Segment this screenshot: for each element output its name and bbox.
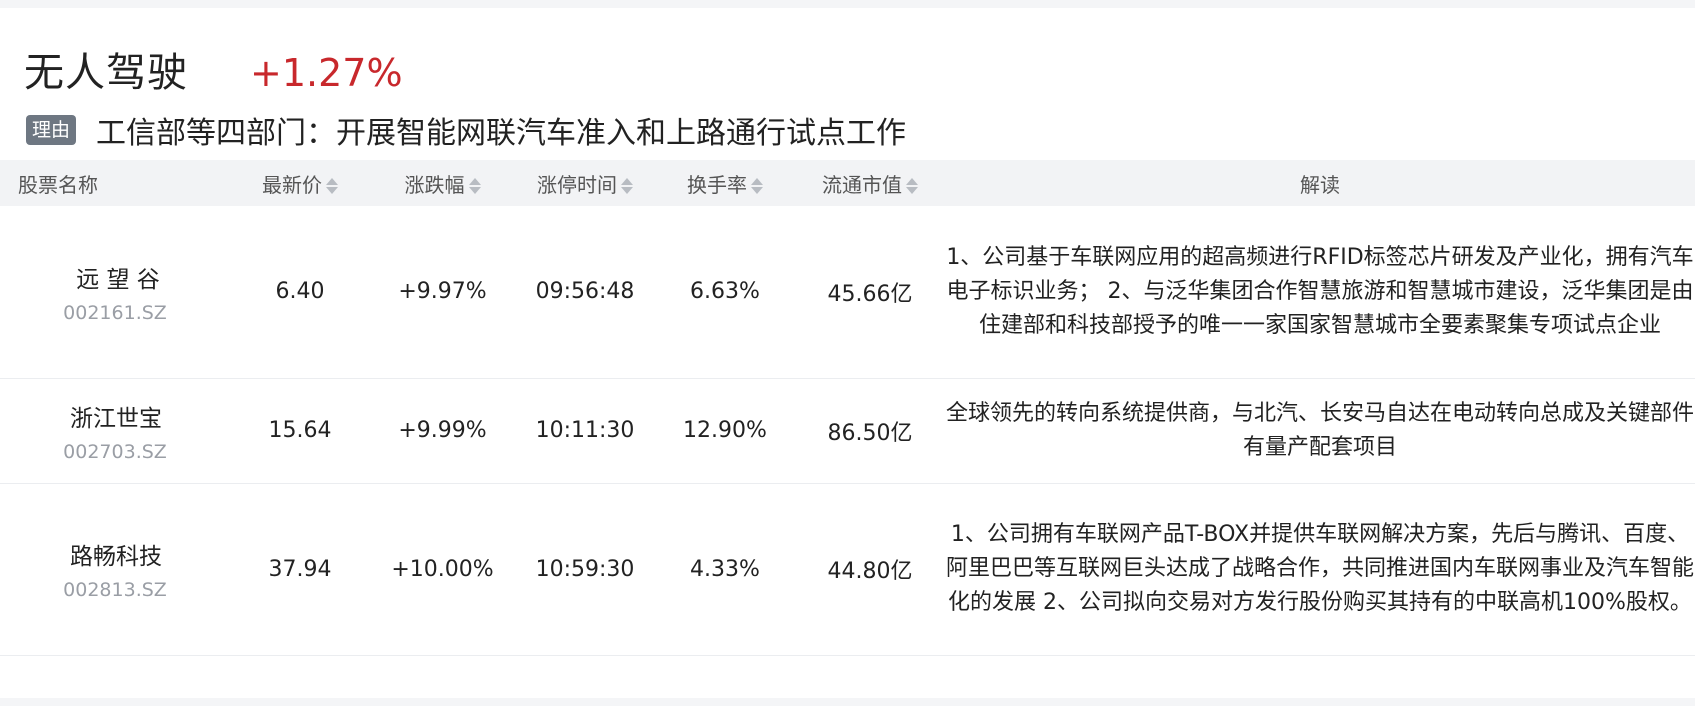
stock-price: 15.64 (268, 418, 332, 443)
stock-name[interactable]: 路畅科技 (0, 537, 230, 571)
table-header-row: 股票名称 最新价 涨跌幅 涨停时间 换手率 流通市值 解读 (0, 160, 1695, 206)
reason-row: 理由 工信部等四部门：开展智能网联汽车准入和上路通行试点工作 (26, 108, 906, 152)
stock-name[interactable]: 远 望 谷 (0, 260, 230, 294)
stock-change: +9.97% (398, 279, 487, 305)
stock-code: 002703.SZ (63, 440, 167, 463)
stock-change: +9.99% (398, 418, 487, 443)
column-header-price[interactable]: 最新价 (230, 160, 370, 206)
stock-float-cap: 86.50亿 (827, 420, 913, 446)
reason-text: 工信部等四部门：开展智能网联汽车准入和上路通行试点工作 (96, 116, 907, 151)
column-header-turnover[interactable]: 换手率 (655, 160, 795, 206)
stock-turnover: 4.33% (690, 556, 760, 582)
sort-icon[interactable] (326, 176, 338, 196)
sort-icon[interactable] (468, 176, 481, 196)
stock-limit-time: 10:59:30 (535, 556, 635, 582)
stock-code: 002813.SZ (63, 579, 167, 601)
stock-code: 002161.SZ (63, 301, 167, 324)
column-header-interpretation: 解读 (1300, 172, 1340, 197)
stock-price: 37.94 (268, 556, 332, 582)
stock-interpretation: 全球领先的转向系统提供商，与北汽、长安马自达在电动转向总成及关键部件有量产配套项… (945, 400, 1694, 460)
stock-interpretation: 1、公司基于车联网应用的超高频进行RFID标签芯片研发及产业化，拥有汽车电子标识… (946, 244, 1694, 338)
stock-price: 6.40 (275, 279, 325, 305)
stock-limit-time: 09:56:48 (535, 279, 635, 305)
stock-table: 股票名称 最新价 涨跌幅 涨停时间 换手率 流通市值 解读 远 望 谷 0021… (0, 160, 1695, 656)
sort-icon[interactable] (621, 176, 633, 196)
stock-name-cell[interactable]: 路畅科技 002813.SZ (0, 483, 230, 655)
column-header-change[interactable]: 涨跌幅 (370, 160, 515, 206)
stock-turnover: 12.90% (683, 418, 767, 443)
sector-title-row: 无人驾驶 +1.27% (24, 40, 403, 96)
stock-name-cell[interactable]: 浙江世宝 002703.SZ (0, 378, 230, 483)
stock-name-cell[interactable]: 远 望 谷 002161.SZ (0, 206, 230, 378)
stock-float-cap: 45.66亿 (827, 281, 913, 307)
reason-tag: 理由 (26, 115, 77, 145)
stock-interpretation: 1、公司拥有车联网产品T-BOX并提供车联网解决方案，先后与腾讯、百度、阿里巴巴… (945, 522, 1694, 615)
stock-float-cap: 44.80亿 (827, 559, 913, 584)
stock-name[interactable]: 浙江世宝 (0, 399, 230, 433)
table-row[interactable]: 远 望 谷 002161.SZ 6.40 +9.97% 09:56:48 6.6… (0, 206, 1695, 378)
column-header-name: 股票名称 (18, 172, 98, 197)
stock-change: +10.00% (391, 556, 494, 582)
table-row[interactable]: 路畅科技 002813.SZ 37.94 +10.00% 10:59:30 4.… (0, 483, 1695, 655)
sort-icon[interactable] (751, 176, 763, 196)
sector-change: +1.27% (250, 51, 403, 95)
sort-icon[interactable] (906, 176, 918, 196)
column-header-float-cap[interactable]: 流通市值 (795, 160, 945, 206)
table-row[interactable]: 浙江世宝 002703.SZ 15.64 +9.99% 10:11:30 12.… (0, 378, 1695, 483)
column-header-limit-time[interactable]: 涨停时间 (515, 160, 655, 206)
sector-name: 无人驾驶 (24, 50, 188, 96)
stock-turnover: 6.63% (690, 279, 760, 305)
stock-limit-time: 10:11:30 (535, 418, 635, 443)
